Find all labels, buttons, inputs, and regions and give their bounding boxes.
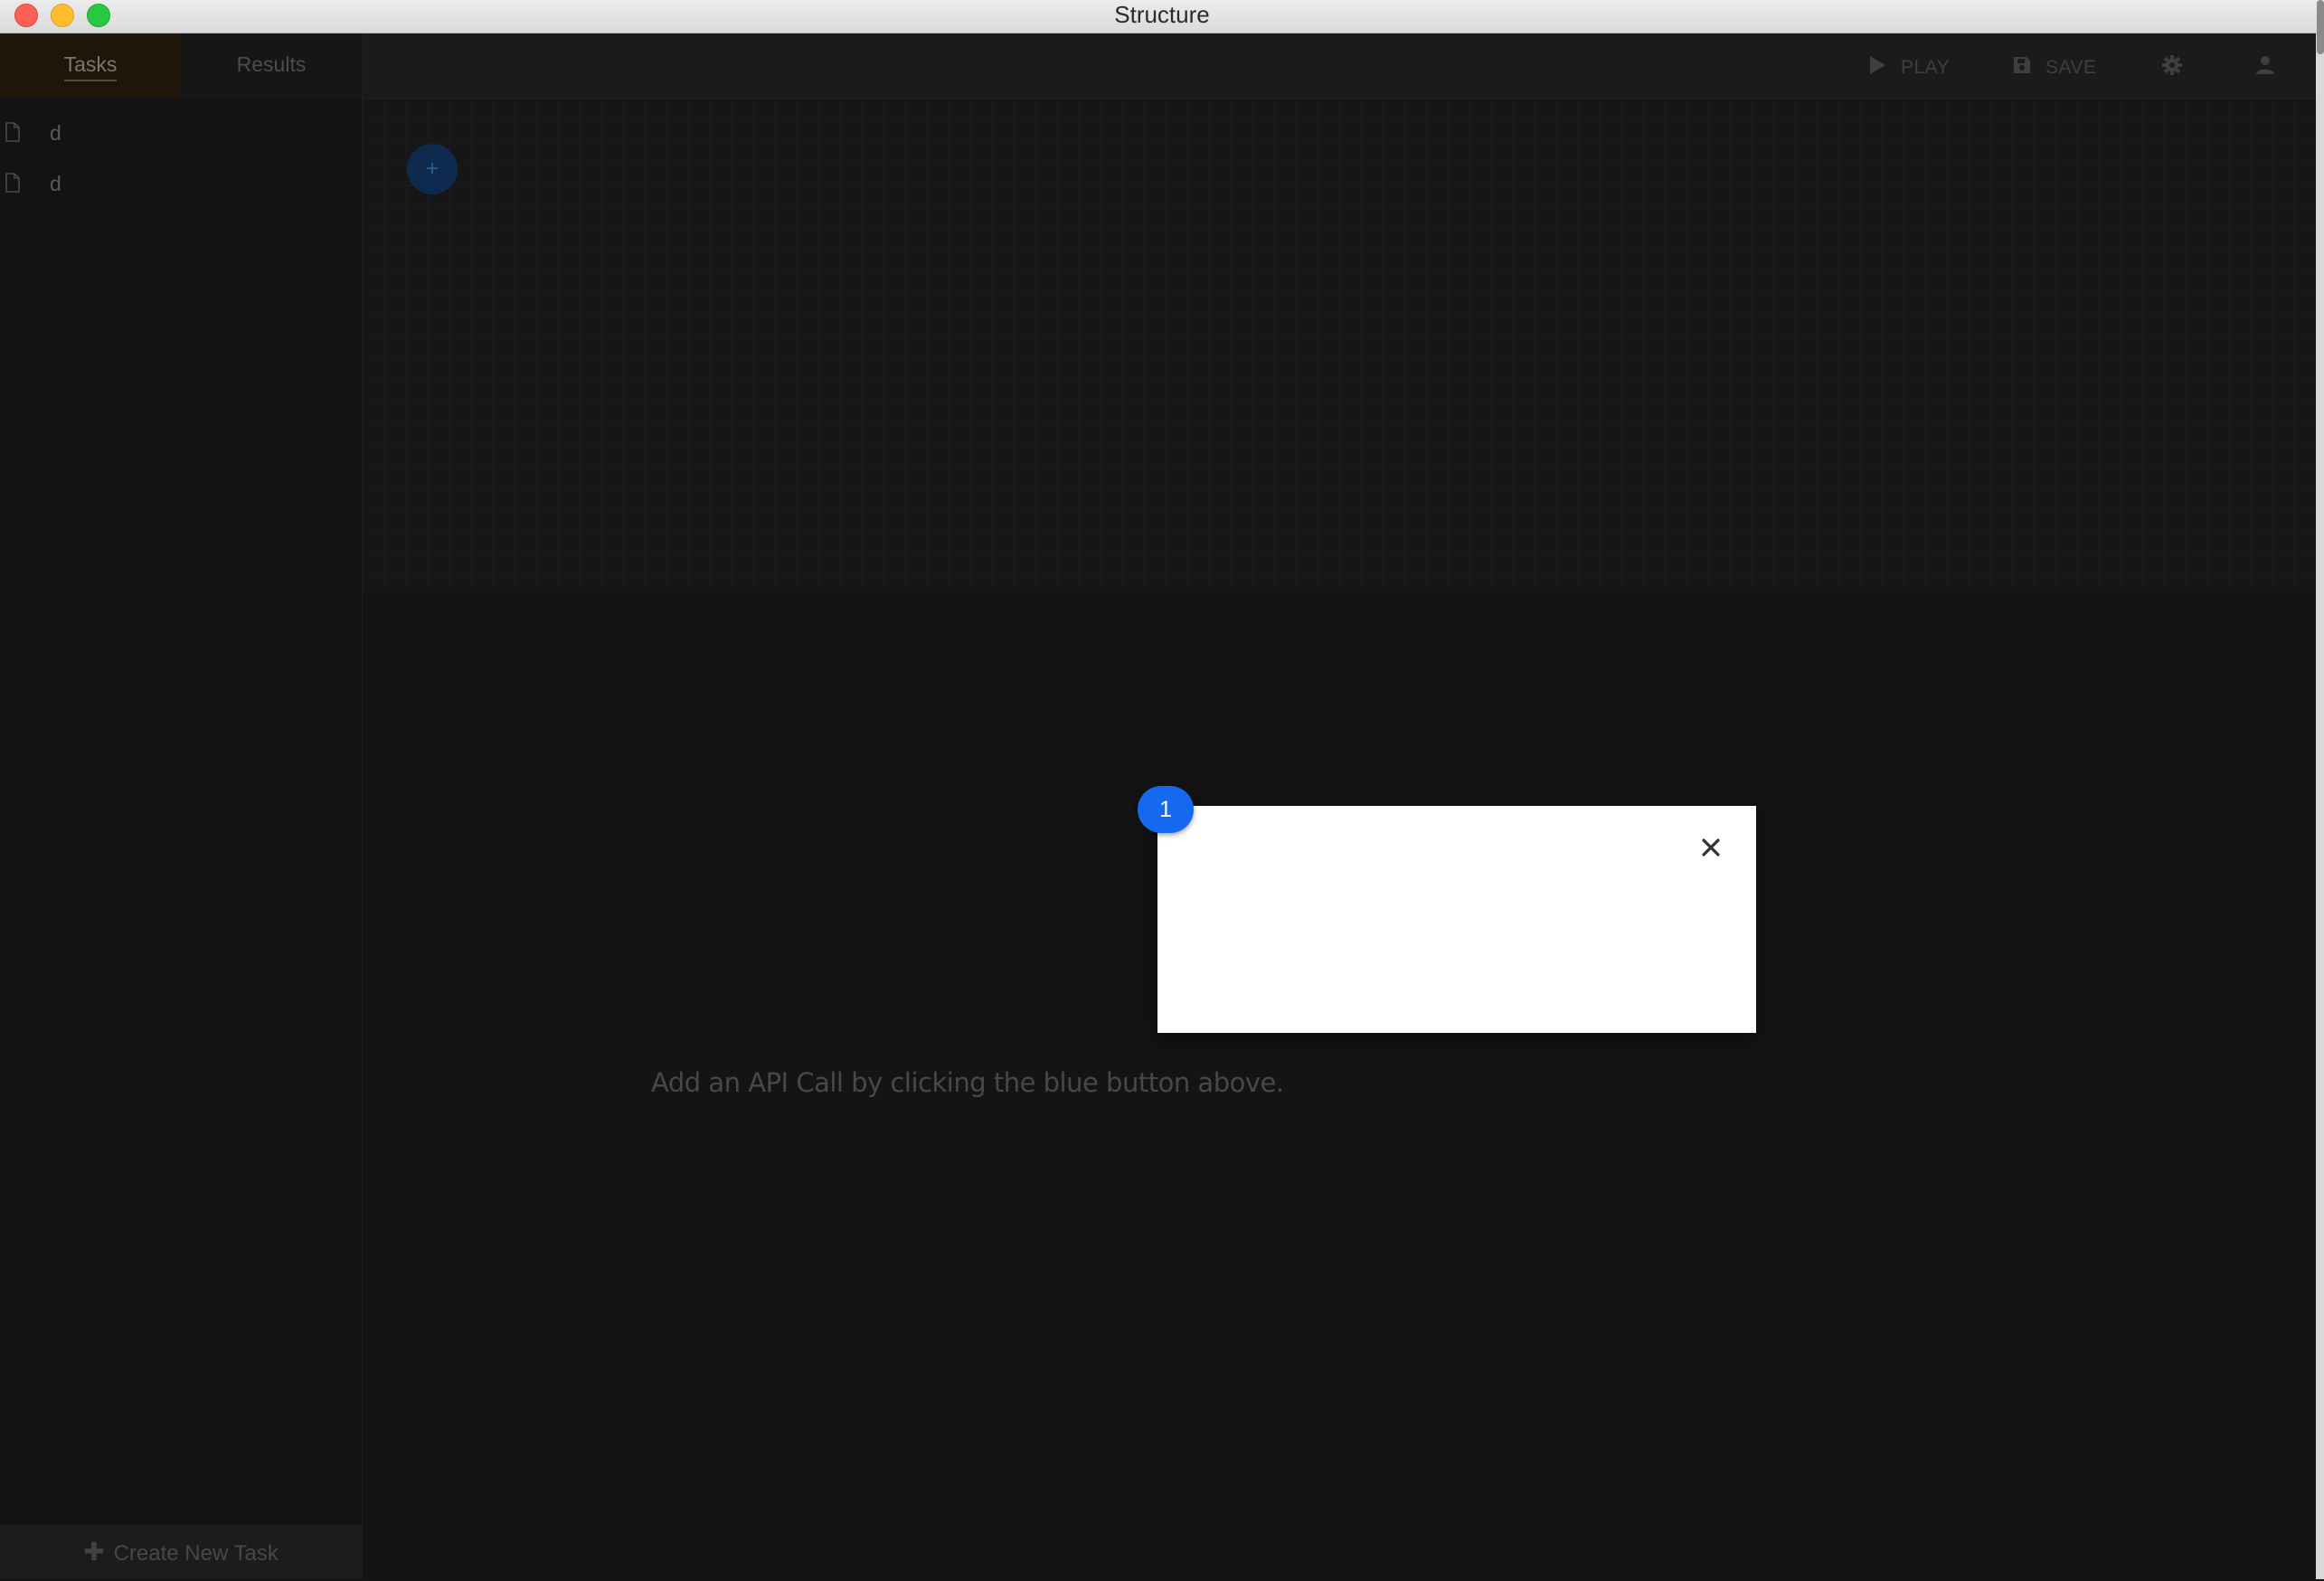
plus-icon: ✚	[83, 1538, 105, 1566]
window-right-edge	[2316, 33, 2324, 1579]
add-api-call-button[interactable]: +	[407, 144, 458, 194]
create-new-task-button[interactable]: ✚ Create New Task	[0, 1525, 362, 1579]
tab-results-label: Results	[236, 52, 307, 76]
task-label: d	[50, 121, 61, 145]
window-titlebar: Structure	[0, 0, 2324, 33]
user-icon	[2256, 56, 2274, 75]
task-list-item[interactable]: d	[0, 158, 362, 209]
scrollbar-thumb[interactable]	[2317, 0, 2324, 54]
tab-tasks-label: Tasks	[63, 52, 118, 81]
file-icon	[5, 173, 20, 193]
settings-button[interactable]	[2162, 33, 2196, 98]
tab-results[interactable]: Results	[181, 33, 362, 98]
save-label: SAVE	[2045, 57, 2097, 78]
gear-icon	[2162, 55, 2182, 76]
window-title: Structure	[1114, 1, 1210, 28]
close-icon[interactable]	[1700, 837, 1722, 858]
workflow-canvas	[363, 99, 2316, 592]
save-icon	[2014, 57, 2030, 74]
account-button[interactable]	[2255, 33, 2290, 98]
play-icon	[1870, 56, 1885, 75]
create-new-task-label: Create New Task	[113, 1541, 279, 1566]
play-label: PLAY	[1901, 57, 1951, 78]
sidebar: Tasks Results d d ✚ Create New Task	[0, 33, 363, 1579]
toolbar: PLAY SAVE	[363, 33, 2316, 99]
task-label: d	[50, 172, 61, 195]
tour-popover	[1157, 806, 1756, 1033]
file-icon	[5, 122, 20, 142]
task-list-item[interactable]: d	[0, 108, 362, 158]
sidebar-tabs: Tasks Results	[0, 33, 362, 98]
tab-tasks[interactable]: Tasks	[0, 33, 181, 98]
empty-state-hint: Add an API Call by clicking the blue but…	[651, 1067, 1284, 1098]
tour-step-badge: 1	[1138, 786, 1194, 833]
save-button[interactable]: SAVE	[2013, 33, 2096, 98]
play-button[interactable]: PLAY	[1868, 33, 1950, 98]
